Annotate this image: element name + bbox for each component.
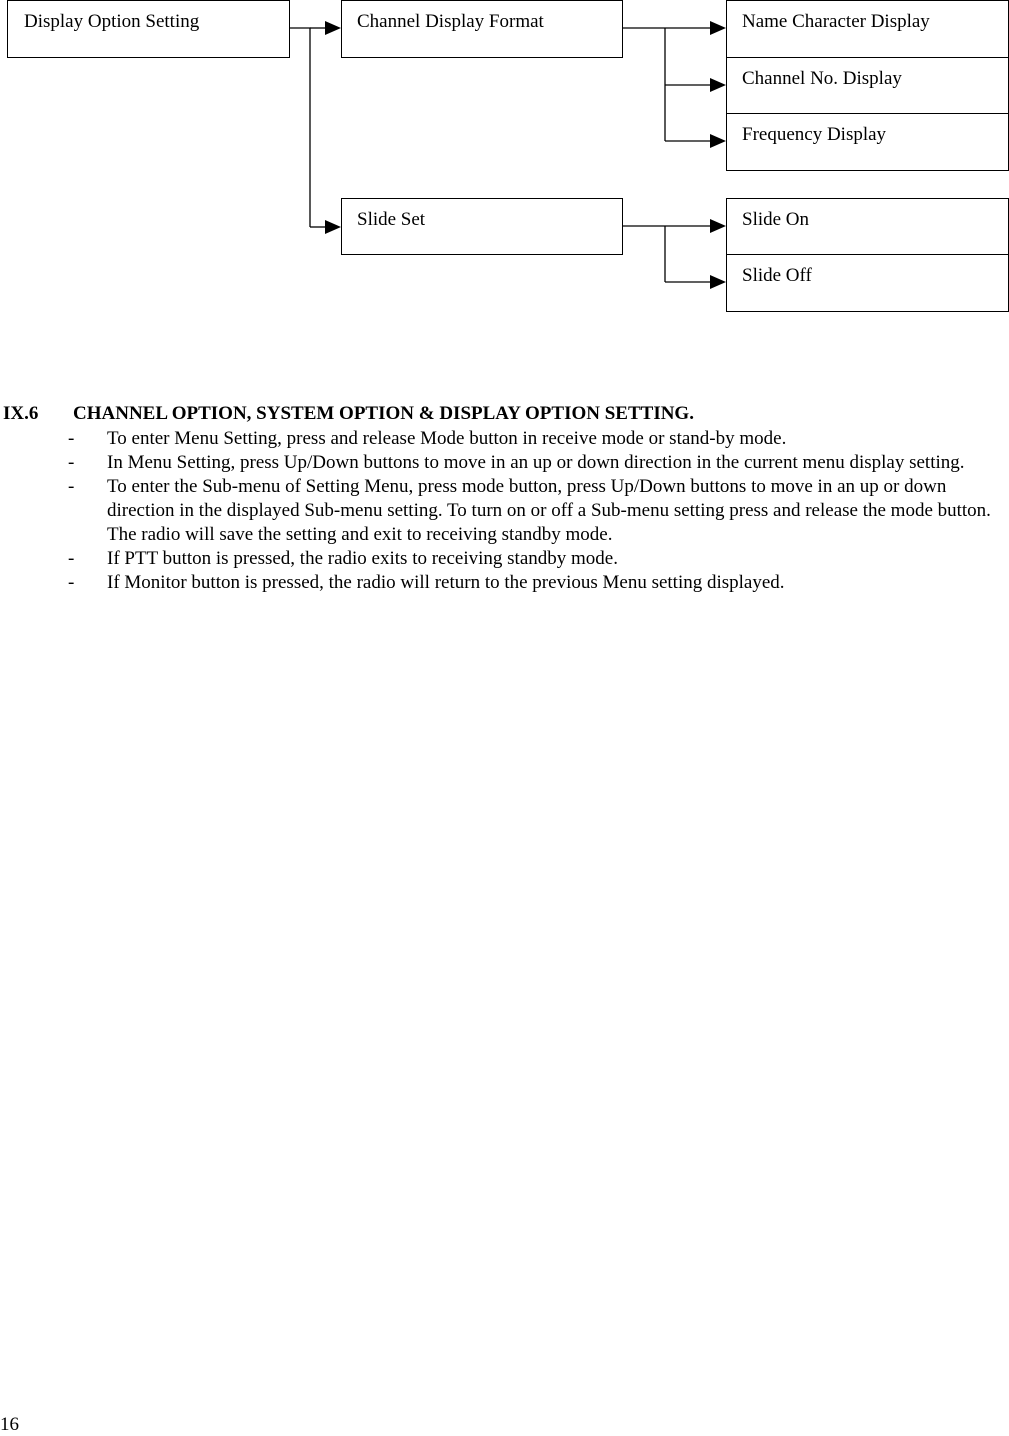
list-item-text: In Menu Setting, press Up/Down buttons t… <box>107 452 965 473</box>
box-slide-set: Slide Set <box>341 198 623 255</box>
arrowhead-icon <box>710 78 726 92</box>
box-slide-off: Slide Off <box>726 254 1009 312</box>
list-item-text: To enter Menu Setting, press and release… <box>107 428 787 449</box>
bullet-dash: - <box>68 572 75 593</box>
box-channel-display-format: Channel Display Format <box>341 0 623 58</box>
bullet-dash: - <box>68 476 75 497</box>
box-name-character-display: Name Character Display <box>726 0 1009 58</box>
box-slide-on: Slide On <box>726 198 1009 255</box>
list-item-text: To enter the Sub-menu of Setting Menu, p… <box>107 476 991 545</box>
section-ix6: IX.6 CHANNEL OPTION, SYSTEM OPTION & DIS… <box>0 403 1009 595</box>
list-item-text: If PTT button is pressed, the radio exit… <box>107 548 618 569</box>
arrowhead-icon <box>325 220 341 234</box>
bullet-dash: - <box>68 548 75 569</box>
page-number: 16 <box>0 1414 19 1435</box>
section-heading: IX.6 CHANNEL OPTION, SYSTEM OPTION & DIS… <box>0 403 1009 427</box>
box-channel-no-display: Channel No. Display <box>726 57 1009 114</box>
list-item: - To enter Menu Setting, press and relea… <box>0 427 1009 451</box>
list-item: - In Menu Setting, press Up/Down buttons… <box>0 451 1009 475</box>
arrowhead-icon <box>325 21 341 35</box>
arrowhead-icon <box>710 275 726 289</box>
list-item: - If PTT button is pressed, the radio ex… <box>0 547 1009 571</box>
list-item-text: If Monitor button is pressed, the radio … <box>107 572 785 593</box>
bullet-dash: - <box>68 452 75 473</box>
section-number: IX.6 <box>3 403 39 424</box>
arrowhead-icon <box>710 219 726 233</box>
list-item: - If Monitor button is pressed, the radi… <box>0 571 1009 595</box>
connector-root <box>290 27 311 227</box>
box-display-option-setting: Display Option Setting <box>7 0 290 58</box>
section-title: CHANNEL OPTION, SYSTEM OPTION & DISPLAY … <box>73 403 694 424</box>
bullet-dash: - <box>68 428 75 449</box>
box-frequency-display: Frequency Display <box>726 113 1009 171</box>
list-item: - To enter the Sub-menu of Setting Menu,… <box>0 475 1009 547</box>
arrowhead-icon <box>710 21 726 35</box>
arrowhead-icon <box>710 134 726 148</box>
